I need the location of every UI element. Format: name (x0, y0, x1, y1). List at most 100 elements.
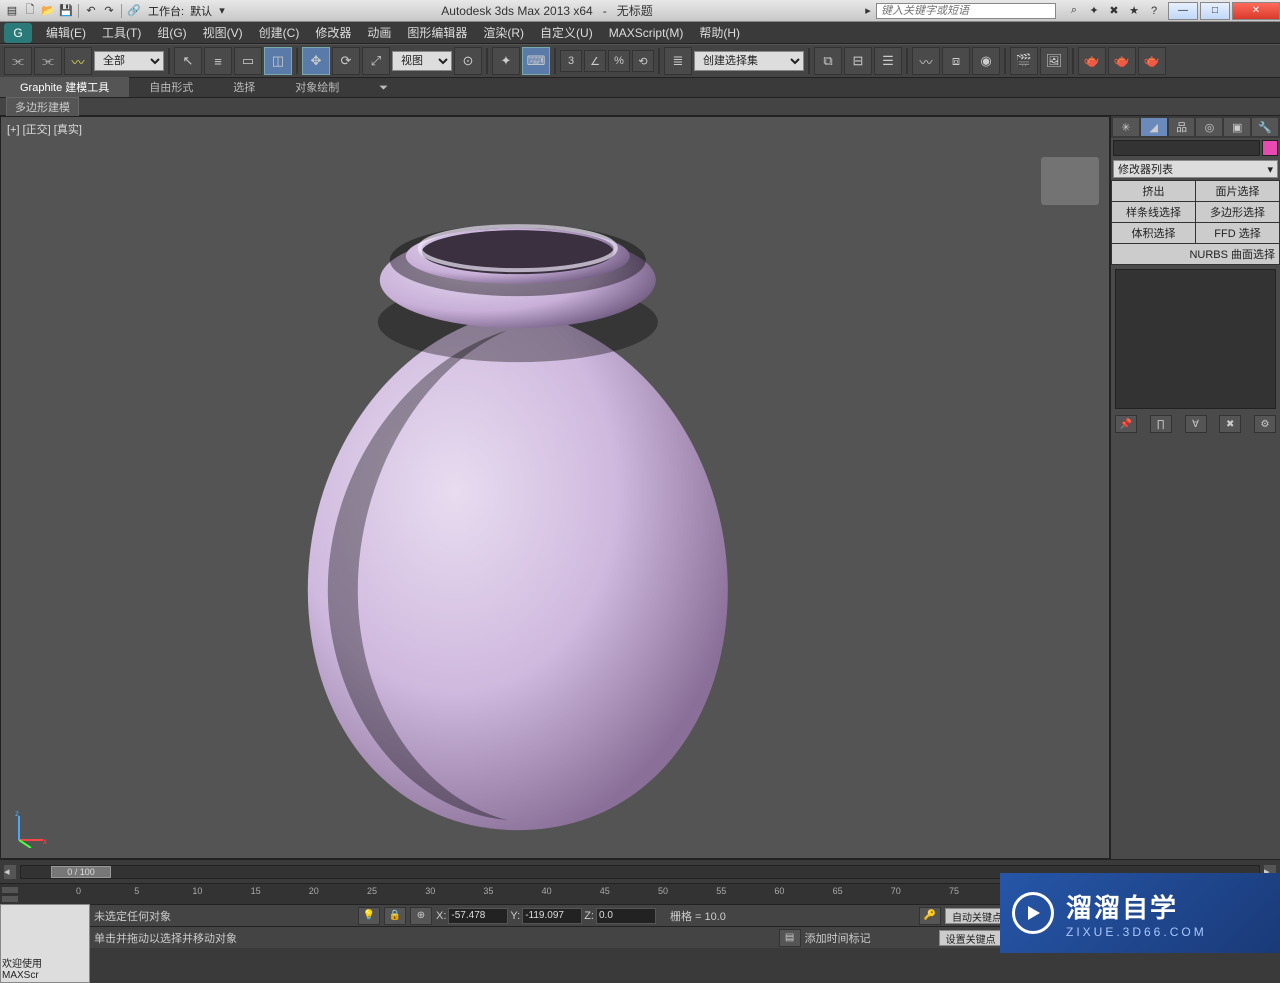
viewport[interactable]: [+] [正交] [真实] (0, 116, 1110, 859)
align-icon[interactable]: ⊟ (844, 47, 872, 75)
new-icon[interactable]: 🗋 (22, 3, 38, 19)
favorite-icon[interactable]: ★ (1126, 3, 1142, 19)
redo-icon[interactable]: ↷ (101, 3, 117, 19)
time-handle[interactable]: 0 / 100 (51, 866, 111, 878)
render-production-icon[interactable]: 🫖 (1078, 47, 1106, 75)
modifier-stack[interactable] (1115, 269, 1276, 409)
render-last-icon[interactable]: 🫖 (1138, 47, 1166, 75)
tab-freeform[interactable]: 自由形式 (129, 77, 213, 97)
schematic-view-icon[interactable]: ⧈ (942, 47, 970, 75)
modify-tab-icon[interactable]: ◢ (1141, 118, 1167, 136)
tab-selection[interactable]: 选择 (213, 77, 275, 97)
remove-mod-icon[interactable]: ✖ (1219, 415, 1241, 433)
object-name-input[interactable] (1113, 140, 1260, 156)
motion-tab-icon[interactable]: ◎ (1196, 118, 1222, 136)
coord-mode-icon[interactable]: ⊕ (410, 907, 432, 925)
app-menu-icon[interactable]: ▤ (4, 3, 20, 19)
open-icon[interactable]: 📂 (40, 3, 56, 19)
menu-tools[interactable]: 工具(T) (94, 22, 149, 43)
save-icon[interactable]: 💾 (58, 3, 74, 19)
timeline-left-icon[interactable]: ◂ (4, 865, 16, 879)
vase-model[interactable] (208, 160, 828, 843)
select-region-icon[interactable]: ▭ (234, 47, 262, 75)
viewport-label[interactable]: [+] [正交] [真实] (7, 121, 82, 137)
mod-ffdsel[interactable]: FFD 选择 (1196, 223, 1279, 243)
pivot-icon[interactable]: ⊙ (454, 47, 482, 75)
create-tab-icon[interactable]: ✳ (1113, 118, 1139, 136)
modifier-list-dropdown[interactable]: 修改器列表▾ (1113, 160, 1278, 178)
coord-y-input[interactable] (522, 908, 582, 924)
hierarchy-tab-icon[interactable]: 品 (1169, 118, 1195, 136)
menu-views[interactable]: 视图(V) (195, 22, 251, 43)
select-name-icon[interactable]: ≡ (204, 47, 232, 75)
undo-icon[interactable]: ↶ (83, 3, 99, 19)
refcoord-dropdown[interactable]: 视图 (392, 51, 452, 71)
trackbar-mode-icon[interactable] (1, 886, 19, 894)
tab-graphite[interactable]: Graphite 建模工具 (0, 77, 129, 97)
object-color-swatch[interactable] (1262, 140, 1278, 156)
rendered-frame-icon[interactable]: 🖼 (1040, 47, 1068, 75)
unlink-tool-icon[interactable]: ⫘ (34, 47, 62, 75)
configure-sets-icon[interactable]: ⚙ (1254, 415, 1276, 433)
setkey-button[interactable]: 设置关键点 (939, 930, 1003, 946)
menu-maxscript[interactable]: MAXScript(M) (601, 24, 692, 42)
script-listener[interactable]: 欢迎使用 MAXScr (0, 904, 90, 983)
show-end-icon[interactable]: ∏ (1150, 415, 1172, 433)
coord-x-input[interactable] (448, 908, 508, 924)
app-logo-icon[interactable]: G (4, 23, 32, 43)
trackbar-open-icon[interactable] (1, 895, 19, 903)
search-input[interactable] (876, 3, 1056, 19)
select-icon[interactable]: ↖ (174, 47, 202, 75)
signin-icon[interactable]: ✦ (1086, 3, 1102, 19)
menu-animation[interactable]: 动画 (359, 22, 399, 43)
named-selection-icon[interactable]: ≣ (664, 47, 692, 75)
lock-icon[interactable]: 🔒 (384, 907, 406, 925)
selection-filter[interactable]: 全部 (94, 51, 164, 71)
viewcube-icon[interactable] (1041, 157, 1099, 205)
minimize-button[interactable]: — (1168, 2, 1198, 20)
make-unique-icon[interactable]: ∀ (1185, 415, 1207, 433)
bind-spacewarp-icon[interactable]: 〰 (64, 47, 92, 75)
maximize-button[interactable]: □ (1200, 2, 1230, 20)
material-editor-icon[interactable]: ◉ (972, 47, 1000, 75)
render-iterative-icon[interactable]: 🫖 (1108, 47, 1136, 75)
ribbon-expand-icon[interactable]: ⏷ (359, 80, 408, 97)
spinner-snap-icon[interactable]: ⟲ (632, 50, 654, 72)
key-big-icon[interactable]: 🔑 (919, 907, 941, 925)
infocenter-icon[interactable]: ⌕ (1066, 3, 1082, 19)
timemarker-icon[interactable]: ▤ (779, 929, 801, 947)
menu-customize[interactable]: 自定义(U) (532, 22, 601, 43)
menu-grapheditors[interactable]: 图形编辑器 (399, 22, 475, 43)
workspace-value[interactable]: 默认 (190, 3, 212, 19)
menu-rendering[interactable]: 渲染(R) (475, 22, 532, 43)
menu-help[interactable]: 帮助(H) (691, 22, 748, 43)
menu-edit[interactable]: 编辑(E) (38, 22, 94, 43)
keyboard-shortcut-icon[interactable]: ⌨ (522, 47, 550, 75)
menu-modifiers[interactable]: 修改器 (307, 22, 359, 43)
angle-snap-icon[interactable]: ∠ (584, 50, 606, 72)
ribbon-polymodel[interactable]: 多边形建模 (6, 97, 79, 117)
mod-splinesel[interactable]: 样条线选择 (1112, 202, 1195, 222)
addmarker-label[interactable]: 添加时间标记 (805, 930, 871, 946)
curve-editor-icon[interactable]: 〰 (912, 47, 940, 75)
rotate-icon[interactable]: ⟳ (332, 47, 360, 75)
window-crossing-icon[interactable]: ◫ (264, 47, 292, 75)
percent-snap-icon[interactable]: % (608, 50, 630, 72)
tab-objectpaint[interactable]: 对象绘制 (275, 77, 359, 97)
display-tab-icon[interactable]: ▣ (1224, 118, 1250, 136)
dropdown-icon[interactable]: ▾ (214, 3, 230, 19)
manipulate-icon[interactable]: ✦ (492, 47, 520, 75)
link-tool-icon[interactable]: ⫘ (4, 47, 32, 75)
layers-icon[interactable]: ☰ (874, 47, 902, 75)
exchange-icon[interactable]: ✖ (1106, 3, 1122, 19)
help-icon[interactable]: ? (1146, 3, 1162, 19)
utilities-tab-icon[interactable]: 🔧 (1252, 118, 1278, 136)
snap-3d-icon[interactable]: 3 (560, 50, 582, 72)
link-icon[interactable]: 🔗 (126, 3, 142, 19)
mod-patchsel[interactable]: 面片选择 (1196, 181, 1279, 201)
isolate-icon[interactable]: 💡 (358, 907, 380, 925)
mod-polysel[interactable]: 多边形选择 (1196, 202, 1279, 222)
coord-z-input[interactable] (596, 908, 656, 924)
scale-icon[interactable]: ⤢ (362, 47, 390, 75)
render-setup-icon[interactable]: 🎬 (1010, 47, 1038, 75)
